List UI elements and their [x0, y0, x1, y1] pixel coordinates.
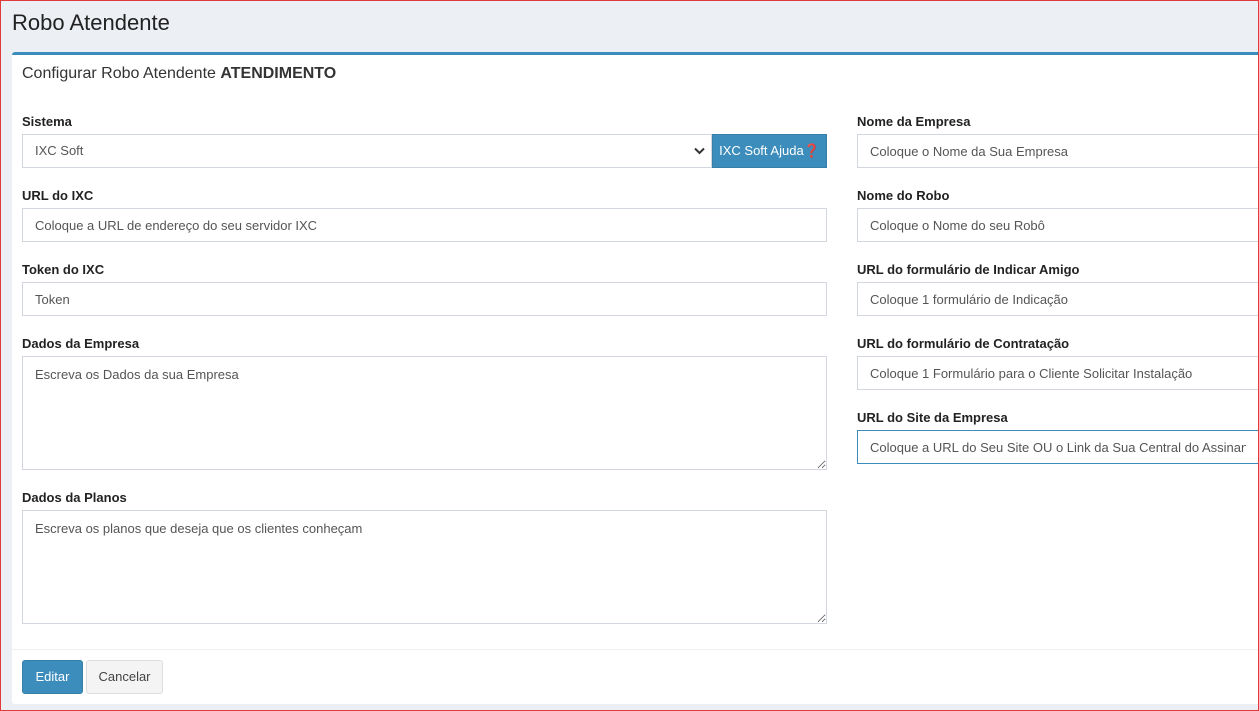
sistema-selected-value: IXC Soft [35, 143, 84, 158]
ixc-help-button[interactable]: IXC Soft Ajuda❓ [712, 134, 827, 168]
token-ixc-label: Token do IXC [22, 262, 105, 277]
token-ixc-input[interactable] [22, 282, 827, 316]
nome-empresa-label: Nome da Empresa [857, 114, 971, 129]
cancel-button[interactable]: Cancelar [86, 660, 163, 694]
box-title: Configurar Robo Atendente ATENDIMENTO [22, 65, 336, 83]
page-title: Robo Atendente [12, 10, 170, 35]
page-header: Robo Atendente [0, 0, 1259, 52]
url-contratacao-label: URL do formulário de Contratação [857, 336, 1070, 351]
url-site-label: URL do Site da Empresa [857, 410, 1008, 425]
dados-planos-label: Dados da Planos [22, 490, 127, 505]
box-title-bold: ATENDIMENTO [220, 65, 337, 82]
sistema-label: Sistema [22, 114, 72, 129]
url-ixc-label: URL do IXC [22, 188, 94, 203]
sistema-select[interactable]: IXC Soft [22, 134, 712, 168]
url-indicar-label: URL do formulário de Indicar Amigo [857, 262, 1080, 277]
dados-planos-textarea[interactable] [22, 510, 827, 624]
edit-button[interactable]: Editar [22, 660, 83, 694]
url-indicar-input[interactable] [857, 282, 1259, 316]
dados-empresa-textarea[interactable] [22, 356, 827, 470]
chevron-down-icon [694, 135, 705, 167]
url-site-input[interactable] [857, 430, 1259, 464]
nome-robo-label: Nome do Robo [857, 188, 950, 203]
url-contratacao-input[interactable] [857, 356, 1259, 390]
footer-divider [12, 649, 1259, 650]
url-ixc-input[interactable] [22, 208, 827, 242]
nome-robo-input[interactable] [857, 208, 1259, 242]
config-box: Configurar Robo Atendente ATENDIMENTO Si… [12, 52, 1259, 704]
box-title-text: Configurar Robo Atendente [22, 65, 216, 82]
dados-empresa-label: Dados da Empresa [22, 336, 140, 351]
nome-empresa-input[interactable] [857, 134, 1259, 168]
